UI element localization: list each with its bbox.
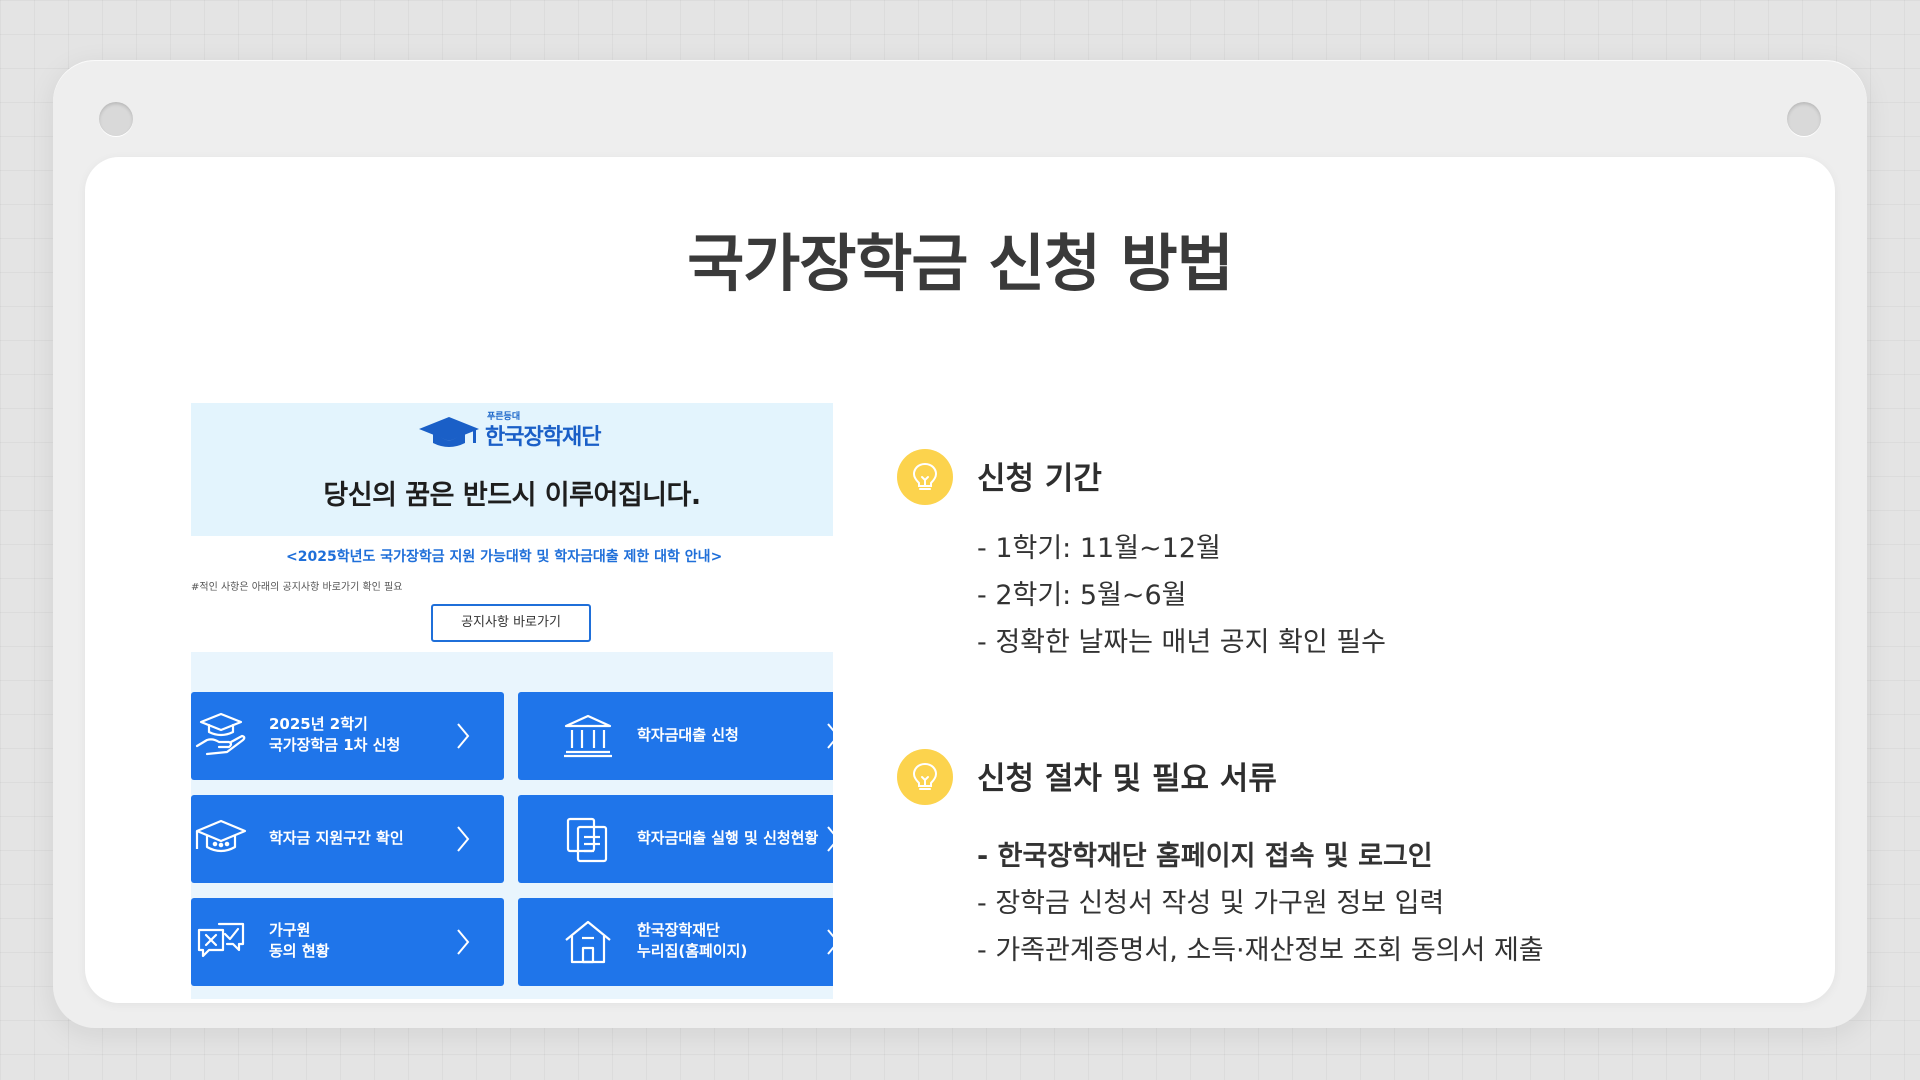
notice-link[interactable]: <2025학년도 국가장학금 지원 가능대학 및 학자금대출 제한 대학 안내>: [286, 546, 722, 566]
embedded-header: 푸른등대 한국장학재단 당신의 꿈은 반드시 이루어집니다.: [191, 403, 833, 536]
notice-button[interactable]: 공지사항 바로가기: [431, 604, 591, 642]
graduation-cap-icon: [195, 819, 247, 853]
list-item: - 장학금 신청서 작성 및 가구원 정보 입력: [977, 888, 1445, 919]
tile-label: 2025년 2학기 국가장학금 1차 신청: [269, 715, 401, 754]
presentation-frame: 국가장학금 신청 방법 푸른등대 한국장학재단 당신의 꿈은 반드시 이루어집니…: [53, 60, 1867, 1028]
bank-icon: [564, 714, 612, 758]
tile-label: 학자금 지원구간 확인: [269, 829, 404, 847]
list-item: - 2학기: 5월~6월: [977, 580, 1187, 611]
tile-label: 학자금대출 신청: [637, 726, 739, 744]
tile-loan-execution-status[interactable]: 학자금대출 실행 및 신청현황: [518, 795, 833, 883]
tile-national-scholarship-apply[interactable]: 2025년 2학기 국가장학금 1차 신청: [191, 692, 504, 780]
chevron-right-icon: [827, 723, 833, 749]
tile-label: 한국장학재단 누리집(홈페이지): [637, 921, 748, 960]
section-list: - 1학기: 11월~12월 - 2학기: 5월~6월 - 정확한 날짜는 매년…: [977, 525, 1386, 666]
chevron-right-icon: [457, 929, 470, 955]
embedded-notice: <2025학년도 국가장학금 지원 가능대학 및 학자금대출 제한 대학 안내>…: [191, 536, 833, 652]
pin-left: [99, 102, 133, 136]
mortarboard-logo-icon: [419, 417, 479, 447]
lightbulb-icon: [897, 449, 953, 505]
logo-name: 한국장학재단: [485, 425, 601, 450]
tile-student-loan-apply[interactable]: 학자금대출 신청: [518, 692, 833, 780]
notice-subtext: #적인 사항은 아래의 공지사항 바로가기 확인 필요: [191, 582, 403, 593]
section-list: - 한국장학재단 홈페이지 접속 및 로그인 - 장학금 신청서 작성 및 가구…: [977, 833, 1544, 974]
tile-support-bracket-check[interactable]: 학자금 지원구간 확인: [191, 795, 504, 883]
embedded-headline: 당신의 꿈은 반드시 이루어집니다.: [323, 480, 701, 511]
section-procedure-documents: 신청 절차 및 필요 서류 - 한국장학재단 홈페이지 접속 및 로그인 - 장…: [897, 749, 1697, 979]
lightbulb-icon: [897, 749, 953, 805]
slide-title: 국가장학금 신청 방법: [687, 227, 1234, 300]
tile-label: 학자금대출 실행 및 신청현황: [637, 829, 819, 847]
chevron-right-icon: [827, 929, 833, 955]
tile-label: 가구원 동의 현황: [269, 921, 330, 960]
chevron-right-icon: [827, 826, 833, 852]
tile-kosaf-homepage[interactable]: 한국장학재단 누리집(홈페이지): [518, 898, 833, 986]
chevron-right-icon: [457, 826, 470, 852]
section-application-period: 신청 기간 - 1학기: 11월~12월 - 2학기: 5월~6월 - 정확한 …: [897, 449, 1697, 679]
kosaf-logo: 푸른등대 한국장학재단: [417, 409, 627, 450]
list-item: - 정확한 날짜는 매년 공지 확인 필수: [977, 627, 1386, 658]
list-item: - 1학기: 11월~12월: [977, 533, 1221, 564]
embedded-website-screenshot: 푸른등대 한국장학재단 당신의 꿈은 반드시 이루어집니다. <2025학년도 …: [191, 403, 833, 999]
chevron-right-icon: [457, 723, 470, 749]
list-item: - 한국장학재단 홈페이지 접속 및 로그인: [977, 841, 1433, 872]
pin-right: [1787, 102, 1821, 136]
home-icon: [565, 920, 611, 964]
tile-household-consent-status[interactable]: 가구원 동의 현황: [191, 898, 504, 986]
section-title: 신청 절차 및 필요 서류: [977, 761, 1277, 797]
consent-chat-icon: [197, 922, 245, 958]
documents-icon: [566, 817, 608, 863]
graduation-hand-icon: [195, 712, 246, 756]
slide-card: 국가장학금 신청 방법 푸른등대 한국장학재단 당신의 꿈은 반드시 이루어집니…: [85, 157, 1835, 1003]
section-title: 신청 기간: [977, 461, 1102, 497]
list-item: - 가족관계증명서, 소득·재산정보 조회 동의서 제출: [977, 935, 1544, 966]
